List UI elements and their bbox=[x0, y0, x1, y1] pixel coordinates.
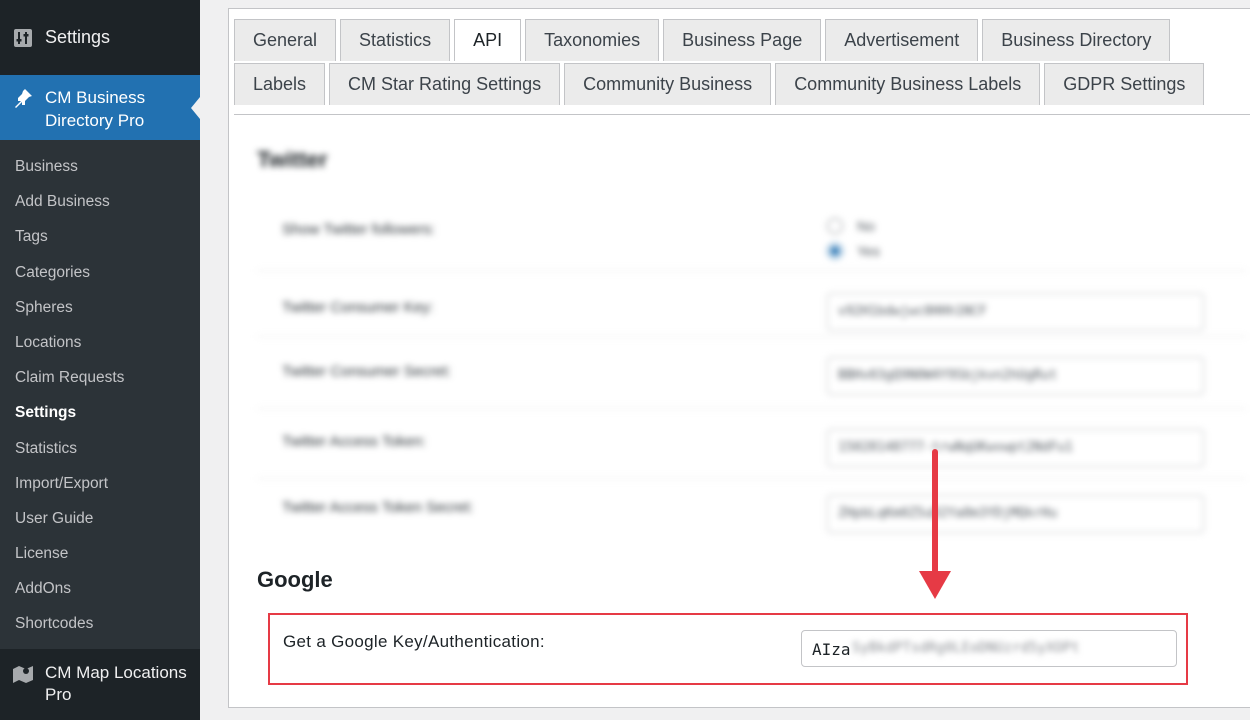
twitter-consumer-secret-label: Twitter Consumer Secret: bbox=[282, 363, 452, 380]
sidebar-item-cm-map-locations[interactable]: CM Map Locations Pro bbox=[0, 649, 200, 716]
submenu-business[interactable]: Business bbox=[0, 149, 200, 184]
submenu-tags[interactable]: Tags bbox=[0, 219, 200, 254]
twitter-heading: Twitter bbox=[257, 147, 328, 172]
pin-icon bbox=[12, 87, 34, 109]
radio-no-icon bbox=[827, 218, 843, 234]
twitter-followers-no[interactable]: No bbox=[827, 218, 875, 234]
submenu-import-export[interactable]: Import/Export bbox=[0, 466, 200, 501]
twitter-consumer-secret-row: Twitter Consumer Secret: BBHv03gQ9N0W4Y9… bbox=[257, 339, 1247, 409]
twitter-consumer-key-label: Twitter Consumer Key: bbox=[282, 299, 434, 316]
red-arrow-down-icon bbox=[919, 449, 951, 599]
settings-panel: General Statistics API Taxonomies Busine… bbox=[228, 8, 1250, 708]
submenu-spheres[interactable]: Spheres bbox=[0, 290, 200, 325]
tab-business-directory[interactable]: Business Directory bbox=[982, 19, 1171, 61]
tab-advertisement[interactable]: Advertisement bbox=[825, 19, 979, 61]
tab-api[interactable]: API bbox=[454, 19, 522, 61]
twitter-section: Twitter Show Twitter followers: No Yes T… bbox=[257, 147, 1250, 533]
map-icon bbox=[12, 663, 34, 685]
sidebar-plugin-label: CM Business Directory Pro bbox=[45, 86, 145, 132]
radio-no-label: No bbox=[857, 218, 875, 234]
google-heading: Google bbox=[257, 567, 333, 592]
tab-labels[interactable]: Labels bbox=[234, 63, 326, 105]
google-key-prefix: AIza bbox=[812, 640, 851, 659]
admin-sidebar: Settings CM Business Directory Pro Busin… bbox=[0, 0, 200, 720]
submenu-settings[interactable]: Settings bbox=[0, 395, 200, 430]
twitter-access-token-row: Twitter Access Token: 15028148777-trwNqU… bbox=[257, 411, 1247, 479]
twitter-access-token-label: Twitter Access Token: bbox=[282, 433, 426, 450]
twitter-access-token-secret-label: Twitter Access Token Secret: bbox=[282, 499, 474, 516]
twitter-followers-label: Show Twitter followers: bbox=[282, 221, 436, 238]
submenu-categories[interactable]: Categories bbox=[0, 255, 200, 290]
tab-cm-star-rating-settings[interactable]: CM Star Rating Settings bbox=[329, 63, 561, 105]
sidebar-map-label: CM Map Locations Pro bbox=[45, 662, 187, 706]
tab-row-2: Labels CM Star Rating Settings Community… bbox=[234, 63, 1208, 105]
map-label-line2: Pro bbox=[45, 684, 72, 704]
tab-row-1: General Statistics API Taxonomies Busine… bbox=[234, 19, 1174, 61]
tab-gdpr-settings[interactable]: GDPR Settings bbox=[1044, 63, 1205, 105]
tabs-divider bbox=[234, 114, 1250, 115]
tab-general[interactable]: General bbox=[234, 19, 337, 61]
plugin-label-line1: CM Business bbox=[45, 88, 146, 107]
twitter-consumer-key-row: Twitter Consumer Key: v92H1bdwjwc0HHh1NC… bbox=[257, 273, 1247, 337]
twitter-followers-yes[interactable]: Yes bbox=[827, 243, 880, 259]
radio-yes-label: Yes bbox=[857, 243, 880, 259]
twitter-access-token-secret-row: Twitter Access Token Secret: ZHpbLqKm0Z5… bbox=[257, 481, 1247, 549]
submenu-shortcodes[interactable]: Shortcodes bbox=[0, 606, 200, 641]
radio-yes-icon bbox=[827, 243, 843, 259]
settings-sliders-icon bbox=[12, 27, 34, 49]
tab-community-business[interactable]: Community Business bbox=[564, 63, 772, 105]
twitter-followers-row: Show Twitter followers: No Yes bbox=[257, 203, 1247, 271]
tab-business-page[interactable]: Business Page bbox=[663, 19, 822, 61]
tab-statistics[interactable]: Statistics bbox=[340, 19, 451, 61]
submenu-user-guide[interactable]: User Guide bbox=[0, 501, 200, 536]
submenu-statistics[interactable]: Statistics bbox=[0, 431, 200, 466]
tab-community-business-labels[interactable]: Community Business Labels bbox=[775, 63, 1041, 105]
sidebar-settings-label: Settings bbox=[45, 27, 111, 47]
submenu-license[interactable]: License bbox=[0, 536, 200, 571]
submenu-locations[interactable]: Locations bbox=[0, 325, 200, 360]
twitter-consumer-secret-input[interactable]: BBHv03gQ9N0W4Y9Sbjkvn2hUgRut bbox=[827, 357, 1204, 395]
sidebar-submenu: Business Add Business Tags Categories Sp… bbox=[0, 140, 200, 649]
map-label-line1: CM Map Locations bbox=[45, 662, 187, 682]
google-key-rest: SyBkdPTsdRg0LEoDNUzrd5yXOPt bbox=[852, 640, 1080, 656]
tab-taxonomies[interactable]: Taxonomies bbox=[525, 19, 660, 61]
google-key-input[interactable]: AIza SyBkdPTsdRg0LEoDNUzrd5yXOPt bbox=[801, 630, 1177, 667]
twitter-consumer-key-input[interactable]: v92H1bdwjwc0HHh1NCF bbox=[827, 293, 1204, 331]
sidebar-item-cm-business-directory[interactable]: CM Business Directory Pro bbox=[0, 75, 200, 140]
google-key-label: Get a Google Key/Authentication: bbox=[283, 632, 545, 651]
submenu-addons[interactable]: AddOns bbox=[0, 571, 200, 606]
submenu-add-business[interactable]: Add Business bbox=[0, 184, 200, 219]
twitter-access-token-input[interactable]: 15028148777-trwNqUKwvwpt2NdFu1 bbox=[827, 429, 1204, 467]
submenu-claim-requests[interactable]: Claim Requests bbox=[0, 360, 200, 395]
google-key-highlight-box: Get a Google Key/Authentication: AIza Sy… bbox=[268, 613, 1188, 685]
plugin-label-line2: Directory Pro bbox=[45, 111, 145, 130]
twitter-access-token-secret-input[interactable]: ZHpbLqKm0Z5uD2Ya8m3YDjMQkrHu bbox=[827, 495, 1204, 533]
sidebar-item-settings-top[interactable]: Settings bbox=[0, 0, 200, 75]
